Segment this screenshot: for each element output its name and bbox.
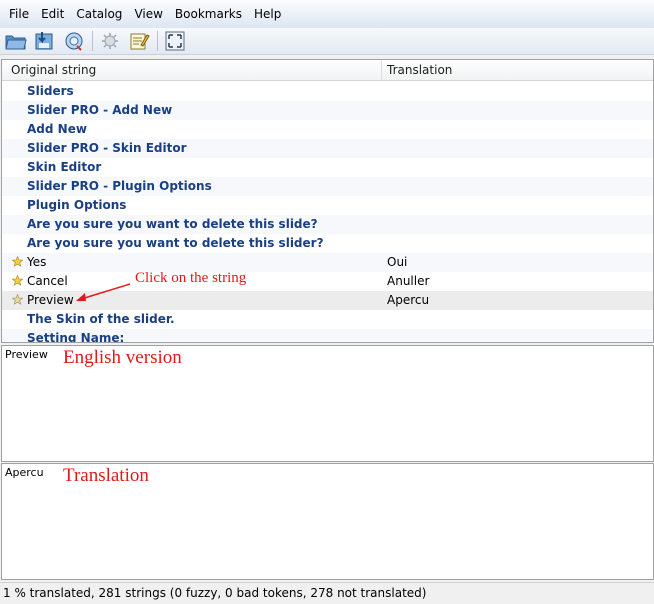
original-string: Setting Name:: [27, 331, 125, 343]
menu-edit[interactable]: Edit: [35, 4, 70, 24]
fullscreen-button[interactable]: [163, 30, 187, 52]
translation-string: Apercu: [387, 293, 430, 307]
toolbar: [0, 28, 654, 55]
update-button[interactable]: [62, 30, 86, 52]
menu-file[interactable]: File: [3, 4, 35, 24]
list-item[interactable]: Are you sure you want to delete this sli…: [2, 234, 653, 253]
original-string: Slider PRO - Plugin Options: [27, 179, 212, 193]
list-item[interactable]: Slider PRO - Add New: [2, 101, 653, 120]
menu-bar: File Edit Catalog View Bookmarks Help: [0, 0, 654, 28]
column-header-translation[interactable]: Translation: [387, 60, 452, 80]
star-icon: [12, 275, 23, 286]
original-string: Sliders: [27, 84, 74, 98]
list-item[interactable]: Plugin Options: [2, 196, 653, 215]
validate-icon: [102, 33, 118, 49]
annotation-arrow-icon: [76, 283, 131, 301]
translation-text: Apercu: [5, 466, 44, 479]
save-button[interactable]: [33, 30, 57, 52]
list-header: Original string Translation: [2, 60, 653, 81]
list-item[interactable]: Add New: [2, 120, 653, 139]
menu-catalog[interactable]: Catalog: [70, 4, 128, 24]
list-item[interactable]: Setting Name:: [2, 329, 653, 343]
menu-view[interactable]: View: [128, 4, 168, 24]
original-string: Slider PRO - Add New: [27, 103, 173, 117]
list-item[interactable]: Yes Oui: [2, 253, 653, 272]
comment-button[interactable]: [127, 30, 151, 52]
status-bar: 1 % translated, 281 strings (0 fuzzy, 0 …: [0, 582, 654, 604]
translation-text-pane[interactable]: Apercu Translation: [1, 463, 654, 580]
original-string: Are you sure you want to delete this sli…: [27, 217, 318, 231]
toolbar-separator: [92, 31, 93, 51]
open-button[interactable]: [4, 30, 28, 52]
comment-icon: [130, 33, 150, 50]
column-header-original[interactable]: Original string: [11, 60, 96, 80]
original-string: The Skin of the slider.: [27, 312, 175, 326]
list-item[interactable]: Slider PRO - Plugin Options: [2, 177, 653, 196]
translation-string: Anuller: [387, 274, 430, 288]
original-string: Are you sure you want to delete this sli…: [27, 236, 324, 250]
validate-button[interactable]: [98, 30, 122, 52]
original-string: Plugin Options: [27, 198, 127, 212]
original-string: Add New: [27, 122, 87, 136]
original-string: Skin Editor: [27, 160, 102, 174]
list-item[interactable]: Sliders: [2, 82, 653, 101]
list-item[interactable]: Skin Editor: [2, 158, 653, 177]
update-icon: [65, 32, 83, 51]
annotation-english-version: English version: [63, 347, 182, 368]
source-text: Preview: [5, 348, 48, 361]
annotation-click: Click on the string: [135, 270, 247, 286]
annotation-translation: Translation: [63, 465, 149, 486]
original-string: Cancel: [27, 274, 68, 288]
menu-help[interactable]: Help: [248, 4, 287, 24]
source-text-pane[interactable]: Preview English version: [1, 345, 654, 462]
original-string: Slider PRO - Skin Editor: [27, 141, 187, 155]
translation-string: Oui: [387, 255, 408, 269]
star-icon: [12, 256, 23, 267]
strings-list[interactable]: Original string Translation Sliders Slid…: [1, 59, 654, 343]
toolbar-separator: [157, 31, 158, 51]
original-string: Yes: [27, 255, 47, 269]
column-separator[interactable]: [381, 60, 382, 80]
save-icon: [35, 32, 53, 50]
list-item[interactable]: The Skin of the slider.: [2, 310, 653, 329]
list-item[interactable]: Slider PRO - Skin Editor: [2, 139, 653, 158]
fullscreen-icon: [165, 31, 185, 51]
star-icon: [12, 294, 23, 305]
open-icon: [5, 35, 27, 50]
menu-bookmarks[interactable]: Bookmarks: [169, 4, 248, 24]
list-item[interactable]: Are you sure you want to delete this sli…: [2, 215, 653, 234]
original-string: Preview: [27, 293, 74, 307]
